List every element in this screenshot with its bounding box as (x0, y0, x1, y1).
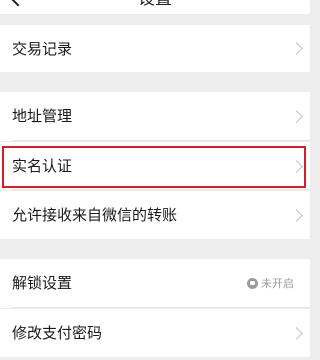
divider (12, 140, 310, 141)
page-title: 设置 (0, 0, 310, 10)
chevron-right-icon (290, 160, 303, 173)
chevron-right-icon (290, 110, 303, 123)
settings-row-allow-wechat-transfer[interactable]: 允许接收来自微信的转账 (0, 191, 310, 239)
settings-row-change-payment-password[interactable]: 修改支付密码 (0, 309, 310, 357)
row-label: 交易记录 (12, 40, 73, 58)
row-label: 地址管理 (12, 107, 73, 125)
status-text: 未开启 (261, 276, 294, 290)
row-label: 允许接收来自微信的转账 (12, 206, 178, 224)
header-bar: 设置 (0, 0, 310, 14)
chevron-right-icon (290, 327, 303, 340)
divider (12, 307, 310, 308)
settings-row-real-name-verification[interactable]: 实名认证 (0, 142, 310, 190)
divider (12, 189, 310, 190)
settings-row-address-management[interactable]: 地址管理 (0, 92, 310, 141)
chevron-right-icon (290, 42, 303, 55)
lock-icon (247, 278, 258, 289)
unlock-status: 未开启 (247, 259, 294, 308)
row-label: 实名认证 (12, 157, 73, 175)
row-label: 解锁设置 (12, 274, 73, 292)
settings-row-transaction-history[interactable]: 交易记录 (0, 25, 310, 72)
chevron-right-icon (290, 209, 303, 222)
row-label: 修改支付密码 (12, 324, 103, 342)
settings-row-unlock-settings[interactable]: 解锁设置 未开启 (0, 259, 310, 308)
